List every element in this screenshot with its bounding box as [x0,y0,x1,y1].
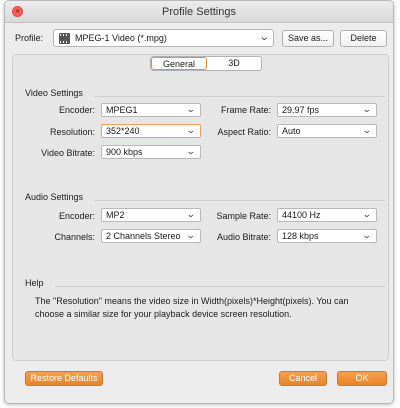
chevron-down-icon: ⌄ [186,146,197,156]
sample-rate-select[interactable]: 44100 Hz ⌄ [277,208,377,222]
aspect-ratio-select[interactable]: Auto ⌄ [277,124,377,138]
audio-settings-title: Audio Settings [25,192,84,202]
chevron-down-icon: ⌄ [362,125,373,135]
audio-bitrate-value: 128 kbps [282,231,319,241]
chevron-down-icon: ⌄ [186,104,197,114]
video-file-icon [59,33,70,44]
title-bar: × Profile Settings [5,1,393,23]
restore-defaults-button[interactable]: Restore Defaults [25,371,103,386]
chevron-down-icon: ⌄ [186,209,197,219]
delete-button[interactable]: Delete [340,30,387,47]
video-bitrate-label: Video Bitrate: [41,148,95,158]
audio-bitrate-select[interactable]: 128 kbps ⌄ [277,229,377,243]
resolution-label: Resolution: [49,127,95,137]
chevron-down-icon: ⌄ [362,104,373,114]
help-text: The "Resolution" means the video size in… [35,296,349,319]
video-encoder-label: Encoder: [58,105,95,115]
video-settings-title: Video Settings [25,88,83,98]
chevron-down-icon: ⌄ [186,125,197,135]
tab-3d[interactable]: 3D [207,57,261,70]
video-bitrate-select[interactable]: 900 kbps ⌄ [101,145,201,159]
divider [95,200,385,201]
save-as-button[interactable]: Save as... [282,30,334,47]
cancel-button[interactable]: Cancel [279,371,327,386]
audio-encoder-value: MP2 [106,210,125,220]
chevron-down-icon: ⌄ [362,209,373,219]
profile-label: Profile: [15,33,44,43]
chevron-down-icon: ⌄ [258,32,270,43]
sample-rate-label: Sample Rate: [216,211,271,221]
frame-rate-value: 29.97 fps [282,105,320,115]
aspect-ratio-value: Auto [282,126,301,136]
video-bitrate-value: 900 kbps [106,147,143,157]
help-title: Help [25,278,44,288]
chevron-down-icon: ⌄ [186,230,197,240]
divider [55,286,385,287]
resolution-select[interactable]: 352*240 ⌄ [101,124,201,138]
audio-encoder-select[interactable]: MP2 ⌄ [101,208,201,222]
resolution-value: 352*240 [106,126,140,136]
channels-label: Channels: [54,232,95,242]
ok-button[interactable]: OK [337,371,387,386]
profile-settings-window: × Profile Settings Profile: MPEG-1 Video… [4,0,394,404]
audio-encoder-label: Encoder: [58,211,95,221]
channels-value: 2 Channels Stereo [106,231,181,241]
channels-select[interactable]: 2 Channels Stereo ⌄ [101,229,201,243]
video-encoder-value: MPEG1 [106,105,138,115]
sample-rate-value: 44100 Hz [282,210,321,220]
video-encoder-select[interactable]: MPEG1 ⌄ [101,103,201,117]
tab-bar: General 3D [150,56,262,71]
divider [95,96,385,97]
frame-rate-select[interactable]: 29.97 fps ⌄ [277,103,377,117]
chevron-down-icon: ⌄ [362,230,373,240]
profile-row: Profile: MPEG-1 Video (*.mpg) ⌄ [5,29,393,49]
tab-general[interactable]: General [151,57,207,70]
audio-bitrate-label: Audio Bitrate: [216,232,271,242]
frame-rate-label: Frame Rate: [220,105,271,115]
profile-value: MPEG-1 Video (*.mpg) [75,33,167,43]
window-title: Profile Settings [162,6,236,18]
profile-select[interactable]: MPEG-1 Video (*.mpg) ⌄ [53,29,274,47]
aspect-ratio-label: Aspect Ratio: [217,127,271,137]
